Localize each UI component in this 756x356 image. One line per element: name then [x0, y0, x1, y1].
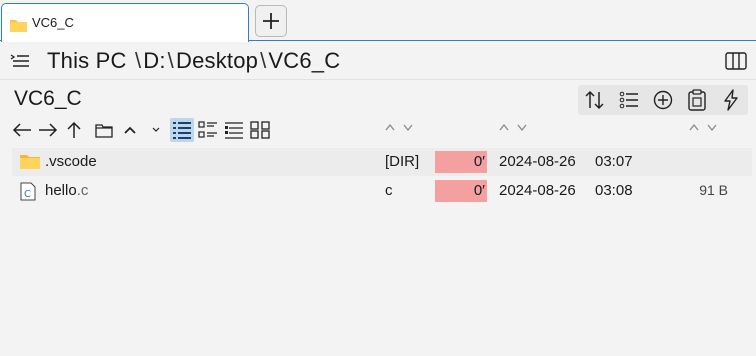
- new-tab-button[interactable]: [255, 5, 287, 37]
- breadcrumb-separator: \: [167, 48, 174, 73]
- attr-cell: 0′: [435, 180, 487, 202]
- new-folder-icon: [95, 124, 113, 138]
- file-row-vscode[interactable]: .vscode [DIR] 0′ 2024-08-26 03:07: [12, 148, 752, 176]
- file-size: 91 B: [699, 182, 728, 198]
- folder-icon: [10, 17, 27, 36]
- file-time: 03:07: [595, 153, 633, 170]
- breadcrumb-this-pc[interactable]: This PC: [47, 48, 127, 73]
- attr-value: 0′: [473, 182, 485, 199]
- new-folder-button[interactable]: [92, 118, 116, 142]
- file-date: 2024-08-26: [499, 153, 576, 170]
- details-view-icon: [173, 122, 191, 139]
- sort-toggle-type[interactable]: [384, 121, 420, 135]
- tree-view-button[interactable]: [222, 118, 246, 142]
- collapse-button[interactable]: [118, 118, 142, 142]
- tab-vc6-c[interactable]: VC6_C: [1, 3, 249, 42]
- folder-icon: [20, 153, 40, 173]
- attr-value: 0′: [473, 153, 485, 170]
- breadcrumb-separator: \: [260, 48, 267, 73]
- navigation-toolbar: [10, 117, 274, 143]
- add-button[interactable]: [646, 85, 680, 115]
- sort-arrows-icon: [385, 123, 413, 132]
- file-basename: hello: [45, 182, 77, 199]
- file-extension: .c: [76, 182, 89, 199]
- file-type: [DIR]: [385, 153, 420, 170]
- add-icon: [653, 90, 673, 110]
- sort-toggle-date[interactable]: [498, 121, 534, 135]
- clipboard-button[interactable]: [680, 85, 714, 115]
- sort-icon: [585, 90, 604, 110]
- file-name: hello.c: [45, 182, 88, 199]
- list-icon: [619, 91, 638, 109]
- up-button[interactable]: [62, 118, 86, 142]
- file-type: c: [385, 182, 393, 199]
- breadcrumb: This PC \D:\Desktop\VC6_C: [47, 48, 340, 74]
- breadcrumb-desktop[interactable]: Desktop: [176, 48, 258, 73]
- file-row-hello-c[interactable]: C hello.c c 0′ 2024-08-26 03:08 91 B: [12, 177, 752, 205]
- menu-icon[interactable]: [10, 53, 30, 73]
- sort-toggle-size[interactable]: [688, 121, 724, 135]
- breadcrumb-drive[interactable]: D:: [143, 48, 165, 73]
- columns-icon[interactable]: [725, 52, 747, 74]
- list-view-button[interactable]: [196, 118, 220, 142]
- clipboard-icon: [688, 89, 706, 111]
- grid-view-icon: [250, 121, 270, 139]
- chevron-up-icon: [124, 126, 136, 134]
- grid-view-button[interactable]: [248, 118, 272, 142]
- breadcrumb-vc6-c[interactable]: VC6_C: [268, 48, 340, 73]
- panel-toolbar: [578, 85, 748, 115]
- address-bar: This PC \D:\Desktop\VC6_C: [0, 42, 756, 80]
- up-arrow-icon: [67, 121, 81, 138]
- breadcrumb-separator: \: [128, 48, 142, 73]
- details-view-button[interactable]: [170, 118, 194, 142]
- action-button[interactable]: [714, 85, 748, 115]
- tab-label: VC6_C: [32, 15, 74, 30]
- file-time: 03:08: [595, 182, 633, 199]
- chevron-down-icon[interactable]: [144, 118, 168, 142]
- sort-button[interactable]: [578, 85, 612, 115]
- plus-icon: [263, 13, 279, 29]
- forward-button[interactable]: [36, 118, 60, 142]
- back-arrow-icon: [12, 123, 31, 137]
- file-name: .vscode: [45, 153, 97, 170]
- sort-arrows-icon: [499, 123, 527, 132]
- forward-arrow-icon: [39, 123, 58, 137]
- tree-view-icon: [225, 122, 243, 139]
- svg-text:C: C: [24, 189, 31, 200]
- sort-arrows-icon: [689, 123, 717, 132]
- panel-title: VC6_C: [14, 87, 82, 110]
- list-view-icon: [198, 121, 217, 138]
- tab-bar: VC6_C: [0, 0, 756, 42]
- back-button[interactable]: [10, 118, 34, 142]
- lightning-icon: [724, 89, 738, 111]
- list-button[interactable]: [612, 85, 646, 115]
- file-date: 2024-08-26: [499, 182, 576, 199]
- c-file-icon: C: [20, 182, 36, 205]
- attr-cell: 0′: [435, 151, 487, 173]
